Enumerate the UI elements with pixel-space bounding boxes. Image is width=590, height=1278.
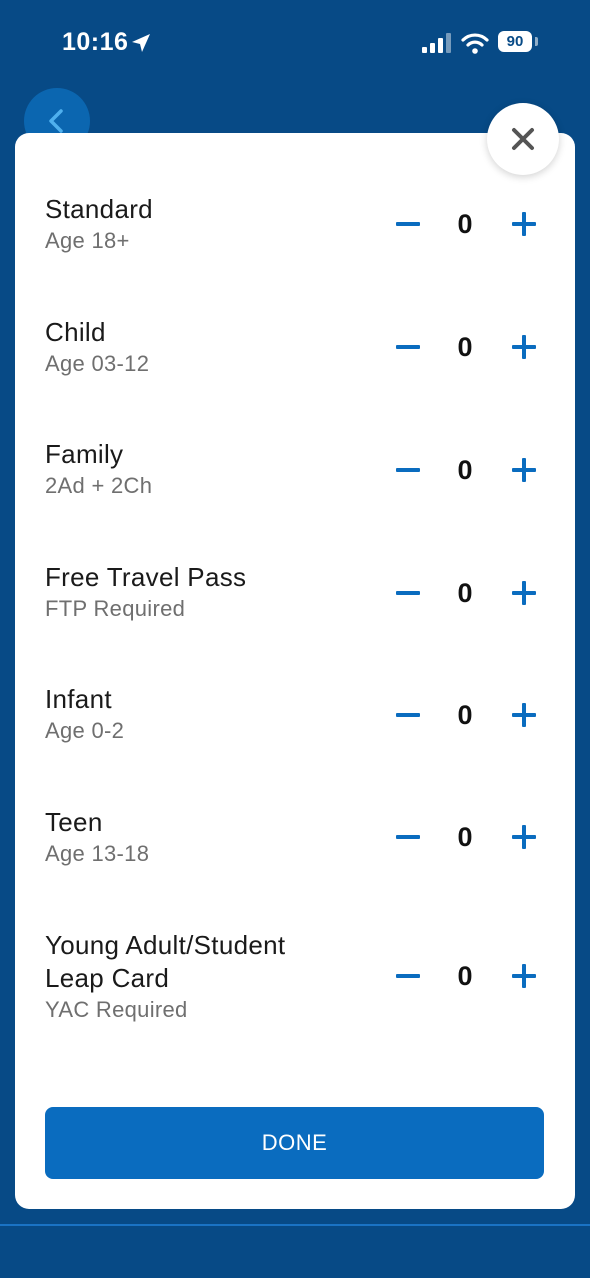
quantity-value: 0 bbox=[457, 822, 473, 852]
battery-tip bbox=[535, 37, 538, 46]
plus-icon[interactable] bbox=[504, 450, 544, 490]
minus-icon[interactable] bbox=[388, 327, 428, 367]
ticket-row-family: Family 2Ad + 2Ch 0 bbox=[45, 438, 545, 504]
quantity-value: 0 bbox=[457, 332, 473, 362]
minus-icon[interactable] bbox=[388, 956, 428, 996]
minus-icon[interactable] bbox=[388, 573, 428, 613]
plus-icon[interactable] bbox=[504, 327, 544, 367]
minus-icon[interactable] bbox=[388, 817, 428, 857]
plus-icon[interactable] bbox=[504, 817, 544, 857]
ticket-row-free-travel-pass: Free Travel Pass FTP Required 0 bbox=[45, 561, 545, 627]
bottom-divider bbox=[0, 1224, 590, 1226]
quantity-value: 0 bbox=[457, 961, 473, 991]
close-button[interactable] bbox=[487, 103, 559, 175]
quantity-stepper: 0 bbox=[385, 204, 545, 244]
quantity-stepper: 0 bbox=[385, 327, 545, 367]
done-button[interactable]: DONE bbox=[45, 1107, 544, 1179]
ticket-row-child: Child Age 03-12 0 bbox=[45, 316, 545, 382]
status-bar: 10:16 90 bbox=[0, 0, 590, 90]
ticket-row-standard: Standard Age 18+ 0 bbox=[45, 193, 545, 259]
quantity-stepper: 0 bbox=[385, 956, 545, 996]
ticket-subtitle: YAC Required bbox=[45, 997, 188, 1022]
location-arrow-icon bbox=[132, 34, 150, 52]
passenger-selection-modal bbox=[15, 133, 575, 1209]
battery-indicator: 90 bbox=[498, 31, 532, 52]
cellular-signal-icon bbox=[422, 33, 451, 53]
plus-icon[interactable] bbox=[504, 956, 544, 996]
minus-icon[interactable] bbox=[388, 204, 428, 244]
ticket-row-infant: Infant Age 0-2 0 bbox=[45, 683, 545, 749]
wifi-icon bbox=[461, 33, 489, 54]
quantity-value: 0 bbox=[457, 700, 473, 730]
quantity-stepper: 0 bbox=[385, 695, 545, 735]
quantity-stepper: 0 bbox=[385, 450, 545, 490]
status-time: 10:16 bbox=[62, 28, 129, 56]
quantity-value: 0 bbox=[457, 578, 473, 608]
minus-icon[interactable] bbox=[388, 695, 428, 735]
quantity-value: 0 bbox=[457, 209, 473, 239]
quantity-stepper: 0 bbox=[385, 573, 545, 613]
plus-icon[interactable] bbox=[504, 573, 544, 613]
minus-icon[interactable] bbox=[388, 450, 428, 490]
ticket-row-young-adult: Young Adult/Student Leap Card YAC Requir… bbox=[45, 929, 545, 1027]
quantity-value: 0 bbox=[457, 455, 473, 485]
quantity-stepper: 0 bbox=[385, 817, 545, 857]
ticket-row-teen: Teen Age 13-18 0 bbox=[45, 806, 545, 872]
plus-icon[interactable] bbox=[504, 204, 544, 244]
plus-icon[interactable] bbox=[504, 695, 544, 735]
close-icon bbox=[512, 128, 534, 150]
